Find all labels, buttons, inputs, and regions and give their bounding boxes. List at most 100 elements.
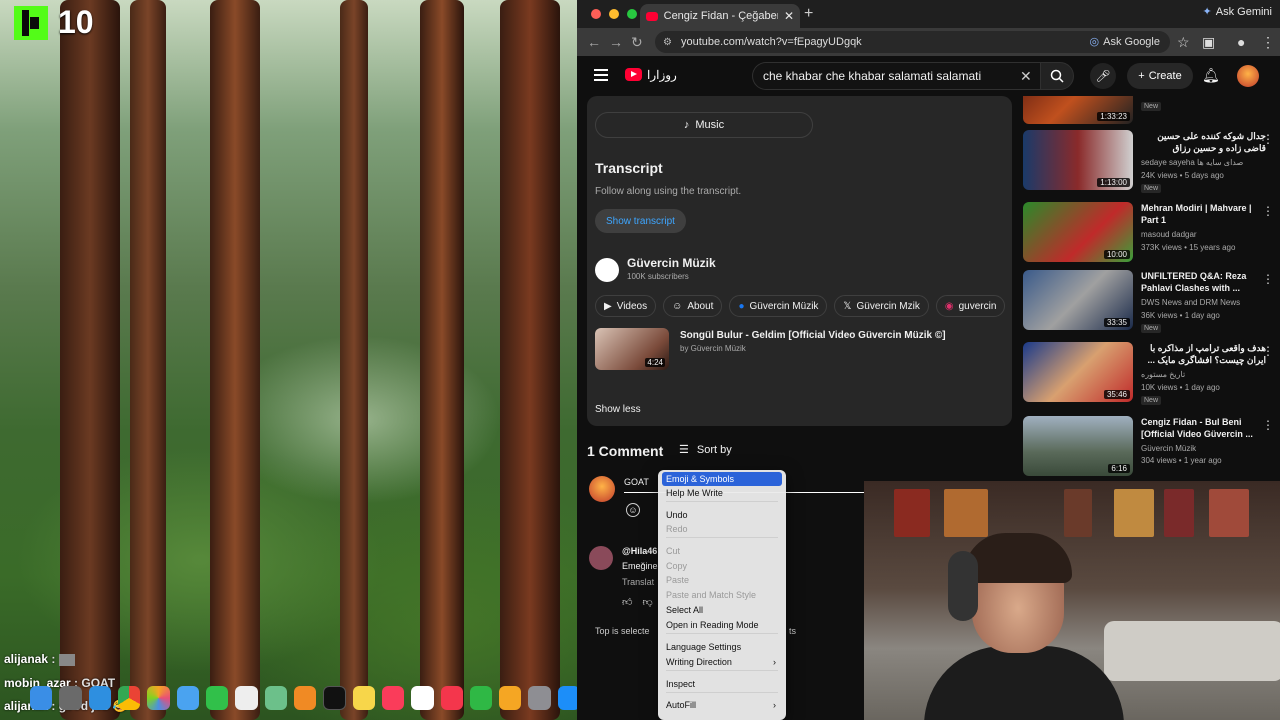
tab-youtube[interactable]: Cengiz Fidan - Çeğaber [Offi ✕: [640, 4, 800, 28]
thumbs-down-icon[interactable]: 👎︎: [642, 596, 652, 608]
close-tab-icon[interactable]: ✕: [784, 9, 794, 23]
more-options-icon[interactable]: ⋮: [1262, 132, 1274, 146]
notifications-bell-icon[interactable]: 🔔︎: [1202, 67, 1220, 84]
thumbs-up-icon[interactable]: 👍︎: [622, 596, 632, 608]
video-thumbnail[interactable]: 1:33:23: [1023, 96, 1133, 124]
video-title[interactable]: Mehran Modiri | Mahvare | Part 1: [1141, 202, 1266, 226]
sort-by-button[interactable]: ☰ Sort by: [679, 443, 732, 457]
search-input[interactable]: che khabar che khabar salamati salamati: [752, 62, 1040, 90]
channel-avatar[interactable]: [595, 258, 619, 282]
menu-item-select-all[interactable]: Select All: [662, 603, 782, 617]
settings-icon[interactable]: [528, 686, 551, 710]
video-thumbnail[interactable]: 10:00: [1023, 202, 1133, 262]
video-thumbnail[interactable]: 35:46: [1023, 342, 1133, 402]
back-icon[interactable]: ←: [587, 34, 601, 50]
ask-gemini-button[interactable]: ✦ Ask Gemini: [1203, 5, 1272, 19]
more-options-icon[interactable]: ⋮: [1262, 272, 1274, 286]
launchpad-icon[interactable]: [59, 686, 82, 710]
photos-icon[interactable]: [147, 686, 170, 710]
clear-search-icon[interactable]: ✕: [1020, 68, 1032, 85]
menu-item-writing-direction[interactable]: Writing Direction ›: [662, 655, 782, 669]
voice-search-button[interactable]: 🎤︎: [1090, 63, 1116, 89]
video-title[interactable]: هدف واقعی ترامپ از مذاکره با ایران چیست؟…: [1141, 342, 1267, 366]
more-options-icon[interactable]: ⋮: [1262, 204, 1274, 218]
music-button[interactable]: ♪ Music: [595, 112, 813, 138]
video-thumbnail[interactable]: 6:16: [1023, 416, 1133, 476]
chip-x[interactable]: 𝕏 Güvercin Mzik: [834, 295, 929, 317]
related-video[interactable]: 10:00 Mehran Modiri | Mahvare | Part 1 m…: [1023, 202, 1280, 270]
zoom-window-button[interactable]: [627, 9, 637, 19]
numbers-icon[interactable]: [469, 686, 493, 710]
bookmark-star-icon[interactable]: ☆: [1177, 34, 1190, 51]
chip-about[interactable]: ☺ About: [663, 295, 723, 317]
forward-icon[interactable]: →: [609, 34, 623, 50]
emoji-icon[interactable]: ☺: [626, 503, 640, 517]
site-info-icon[interactable]: ⚙: [663, 37, 672, 48]
ask-gemini-label: Ask Gemini: [1215, 5, 1272, 18]
ask-google-button[interactable]: ◎ Ask Google: [1090, 35, 1160, 49]
video-channel: masoud dadgar: [1141, 230, 1197, 239]
related-video[interactable]: 1:33:23 New: [1023, 96, 1280, 132]
profile-icon[interactable]: ●: [1237, 34, 1245, 50]
chip-videos[interactable]: ▶ Videos: [595, 295, 657, 317]
pages-icon[interactable]: [499, 686, 522, 710]
extensions-icon[interactable]: ▣: [1202, 34, 1215, 51]
more-options-icon[interactable]: ⋮: [1262, 344, 1274, 358]
menu-item-emoji-symbols[interactable]: Emoji & Symbols: [662, 472, 782, 486]
video-title[interactable]: جدال شوکه کننده علی حسین قاضی زاده و حسی…: [1141, 130, 1266, 154]
maps-icon[interactable]: [264, 686, 287, 710]
menu-item-open-in-reading-mode[interactable]: Open in Reading Mode: [662, 618, 782, 632]
chip-facebook[interactable]: ● Güvercin Müzik: [729, 295, 828, 317]
hamburger-menu-icon[interactable]: [594, 69, 608, 81]
url-text: youtube.com/watch?v=fEpagyUDgqk: [681, 36, 862, 48]
video-title[interactable]: Cengiz Fidan - Bul Beni [Official Video …: [1141, 416, 1266, 440]
calendar-icon[interactable]: [411, 686, 434, 710]
chip-instagram[interactable]: ◉ guvercin: [935, 295, 1006, 317]
safari-icon[interactable]: [88, 686, 111, 710]
facetime-icon[interactable]: [205, 686, 229, 710]
reminders-icon[interactable]: [235, 686, 258, 710]
create-button[interactable]: + Create: [1127, 63, 1193, 89]
notes-icon[interactable]: [352, 686, 375, 710]
comment-author-avatar[interactable]: [589, 546, 613, 570]
account-avatar[interactable]: [1237, 65, 1259, 87]
menu-item-help-me-write[interactable]: Help Me Write: [662, 486, 782, 500]
address-bar[interactable]: ⚙ youtube.com/watch?v=fEpagyUDgqk ◎ Ask …: [655, 31, 1170, 53]
more-options-icon[interactable]: ⋮: [1262, 418, 1274, 432]
youtube-logo-icon[interactable]: [625, 68, 642, 81]
new-tab-button[interactable]: +: [804, 5, 813, 23]
show-less-button[interactable]: Show less: [595, 404, 641, 415]
menu-item-inspect[interactable]: Inspect: [662, 677, 782, 691]
commenter-avatar: [589, 476, 615, 502]
appletv-icon[interactable]: [323, 686, 346, 710]
featured-video-title[interactable]: Songül Bulur - Geldim [Official Video Gü…: [680, 330, 946, 341]
related-video[interactable]: 1:13:00 جدال شوکه کننده علی حسین قاضی زا…: [1023, 130, 1280, 198]
comment-input[interactable]: GOAT: [624, 477, 649, 487]
video-thumbnail[interactable]: 1:13:00: [1023, 130, 1133, 190]
related-video[interactable]: 35:46 هدف واقعی ترامپ از مذاکره با ایران…: [1023, 342, 1280, 410]
menu-item-language-settings[interactable]: Language Settings: [662, 640, 782, 654]
menu-item-autofill[interactable]: AutoFill ›: [662, 698, 782, 712]
chrome-icon[interactable]: [117, 686, 141, 710]
show-transcript-button[interactable]: Show transcript: [595, 209, 686, 233]
comment-author[interactable]: @Hila46: [622, 546, 657, 556]
close-window-button[interactable]: [591, 9, 601, 19]
related-video[interactable]: 6:16 Cengiz Fidan - Bul Beni [Official V…: [1023, 416, 1280, 484]
mail-icon[interactable]: [176, 686, 199, 710]
search-button[interactable]: [1040, 62, 1074, 90]
menu-kebab-icon[interactable]: ⋮: [1261, 34, 1275, 51]
channel-name[interactable]: Güvercin Müzik: [627, 256, 716, 270]
translate-link[interactable]: Translat: [622, 577, 654, 587]
video-title[interactable]: UNFILTERED Q&A: Reza Pahlavi Clashes wit…: [1141, 270, 1266, 294]
reload-icon[interactable]: ↻: [631, 34, 643, 51]
video-thumbnail[interactable]: 33:35: [1023, 270, 1133, 330]
news-icon[interactable]: [440, 686, 463, 710]
finder-icon[interactable]: [30, 686, 53, 710]
featured-video-thumbnail[interactable]: 4:24: [595, 328, 669, 370]
music-icon[interactable]: [381, 686, 405, 710]
related-video[interactable]: 33:35 UNFILTERED Q&A: Reza Pahlavi Clash…: [1023, 270, 1280, 338]
menu-item-undo[interactable]: Undo: [662, 508, 782, 522]
books-icon[interactable]: [293, 686, 317, 710]
minimize-window-button[interactable]: [609, 9, 619, 19]
plus-icon: +: [1138, 70, 1145, 82]
